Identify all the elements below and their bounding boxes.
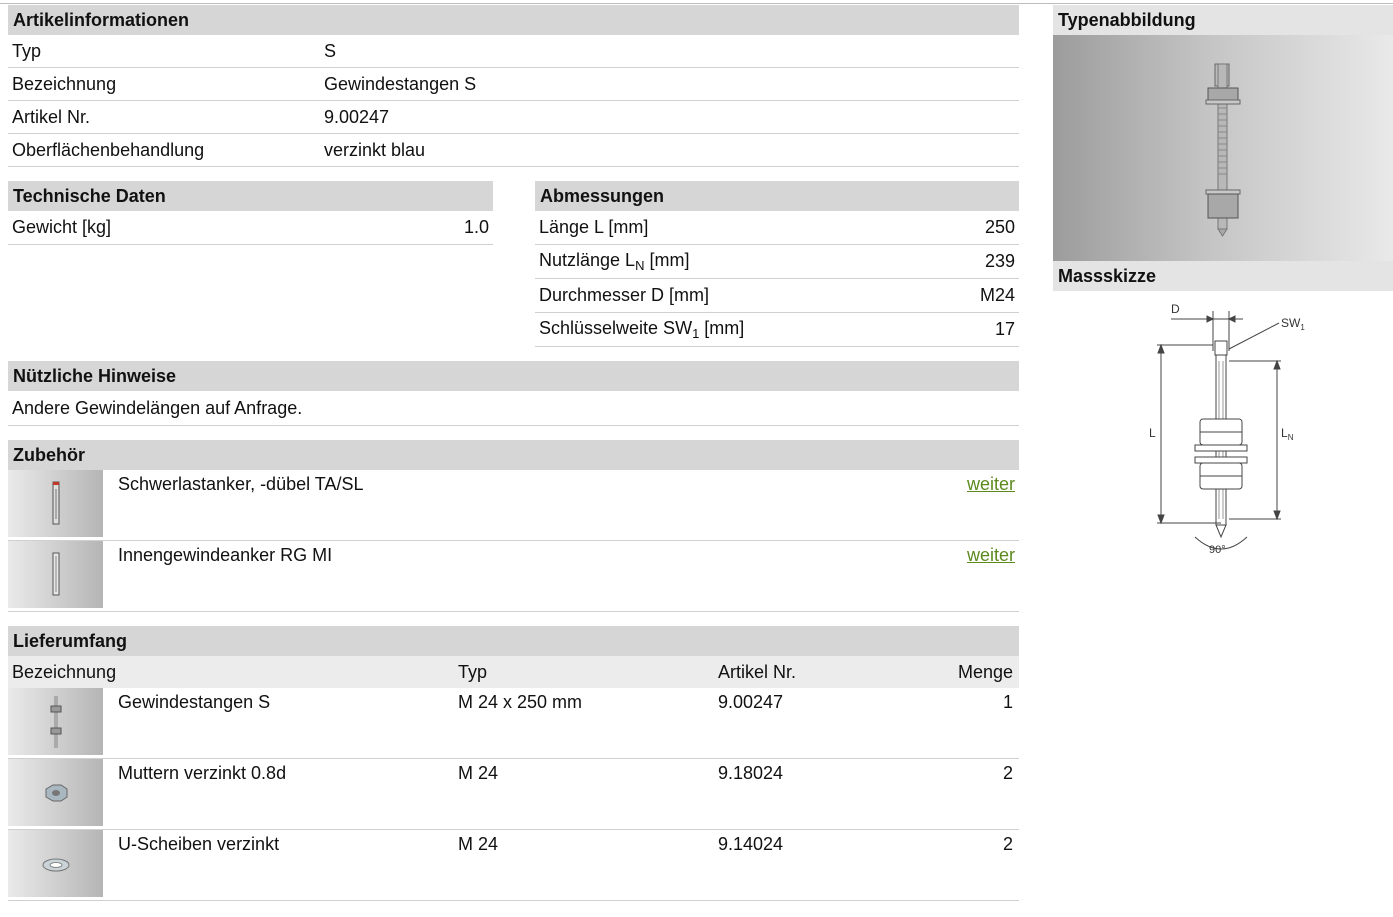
column-qty: Menge [957, 661, 1013, 682]
washer-thumbnail [8, 830, 103, 897]
column-article: Artikel Nr. [718, 661, 797, 682]
accessories-header: Zubehör [8, 440, 1019, 470]
table-row: U-Scheiben verzinkt M 24 9.14024 2 [8, 830, 1019, 901]
row-label: Typ [12, 40, 42, 61]
dimensions-row: Durchmesser D [mm] M24 [535, 279, 1019, 313]
sidebar: Typenabbildung Massskizze D SW1 L LN 90° [1053, 5, 1393, 561]
article-info-row: Oberflächenbehandlung verzinkt blau [8, 134, 1019, 167]
svg-text:90°: 90° [1209, 544, 1226, 556]
article-info-header: Artikelinformationen [8, 5, 1019, 35]
accessory-item: Innengewindeanker RG MI weiter [8, 541, 1019, 612]
row-label: Schlüsselweite SW1 [mm] [539, 318, 745, 341]
accessory-more-link[interactable]: weiter [967, 474, 1015, 495]
row-label: Gewicht [kg] [12, 217, 112, 237]
item-type: M 24 x 250 mm [458, 692, 583, 712]
row-value: 9.00247 [324, 106, 390, 127]
dimensions-table: Abmessungen Länge L [mm] 250 Nutzlänge L… [535, 181, 1019, 347]
hints-header: Nützliche Hinweise [8, 361, 1019, 391]
delivery-section: Lieferumfang Bezeichnung Typ Artikel Nr.… [8, 626, 1019, 901]
svg-text:LN: LN [1281, 426, 1294, 442]
accessory-item: Schwerlastanker, -dübel TA/SL weiter [8, 470, 1019, 541]
delivery-header: Lieferumfang [8, 626, 1019, 656]
dimensions-row: Schlüsselweite SW1 [mm] 17 [535, 313, 1019, 347]
row-value: 239 [984, 251, 1015, 271]
row-label: Artikel Nr. [12, 106, 91, 127]
type-image-header: Typenabbildung [1053, 5, 1393, 35]
column-type: Typ [458, 661, 488, 682]
dimension-sketch: D SW1 L LN 90° [1053, 291, 1393, 561]
row-value: 1.0 [463, 217, 489, 237]
item-qty: 1 [1002, 692, 1013, 712]
row-value: M24 [979, 285, 1015, 305]
row-value: 250 [984, 217, 1015, 237]
row-value: 17 [994, 319, 1015, 339]
dimensions-header: Abmessungen [535, 181, 1019, 211]
article-info-row: Typ S [8, 35, 1019, 68]
rod-thumbnail [8, 688, 103, 755]
hints-section: Nützliche Hinweise Andere Gewindelängen … [8, 361, 1019, 426]
row-value: verzinkt blau [324, 139, 426, 160]
accessory-more-link[interactable]: weiter [967, 545, 1015, 566]
dimensions-row: Länge L [mm] 250 [535, 211, 1019, 245]
svg-text:D: D [1171, 302, 1180, 316]
row-label: Durchmesser D [mm] [539, 285, 710, 305]
dimension-sketch-header: Massskizze [1053, 261, 1393, 291]
specs-section: Technische Daten Gewicht [kg] 1.0 Abmess… [8, 181, 1019, 347]
accessory-name: Schwerlastanker, -dübel TA/SL [118, 474, 364, 494]
table-row: Gewindestangen S M 24 x 250 mm 9.00247 1 [8, 688, 1019, 759]
anchor-thumbnail [8, 541, 103, 608]
anchor-thumbnail [8, 470, 103, 537]
item-qty: 2 [1002, 763, 1013, 783]
row-label: Nutzlänge LN [mm] [539, 250, 690, 273]
row-label: Oberflächenbehandlung [12, 139, 205, 160]
hints-text: Andere Gewindelängen auf Anfrage. [8, 391, 1019, 426]
item-type: M 24 [458, 834, 499, 854]
article-info-section: Artikelinformationen Typ S Bezeichnung G… [8, 5, 1019, 167]
row-label: Bezeichnung [12, 73, 117, 94]
tech-data-row: Gewicht [kg] 1.0 [8, 211, 493, 245]
accessories-section: Zubehör Schwerlastanker, -dübel TA/SL we… [8, 440, 1019, 612]
item-name: Muttern verzinkt 0.8d [118, 763, 287, 783]
tech-data-header: Technische Daten [8, 181, 493, 211]
svg-text:L: L [1149, 426, 1156, 440]
item-type: M 24 [458, 763, 499, 783]
row-value: S [324, 40, 337, 61]
item-name: Gewindestangen S [118, 692, 271, 712]
svg-text:SW1: SW1 [1281, 316, 1305, 332]
item-article: 9.00247 [718, 692, 784, 712]
row-label: Länge L [mm] [539, 217, 649, 237]
item-qty: 2 [1002, 834, 1013, 854]
main-content: Artikelinformationen Typ S Bezeichnung G… [8, 5, 1019, 901]
accessory-name: Innengewindeanker RG MI [118, 545, 333, 565]
nut-thumbnail [8, 759, 103, 826]
table-row: Muttern verzinkt 0.8d M 24 9.18024 2 [8, 759, 1019, 830]
item-name: U-Scheiben verzinkt [118, 834, 280, 854]
article-info-row: Artikel Nr. 9.00247 [8, 101, 1019, 134]
row-value: Gewindestangen S [324, 73, 477, 94]
delivery-column-header: Bezeichnung Typ Artikel Nr. Menge [8, 656, 1019, 688]
article-info-row: Bezeichnung Gewindestangen S [8, 68, 1019, 101]
item-article: 9.18024 [718, 763, 784, 783]
product-photo [1053, 35, 1393, 261]
top-divider [0, 3, 1393, 4]
tech-data-table: Technische Daten Gewicht [kg] 1.0 [8, 181, 493, 347]
item-article: 9.14024 [718, 834, 784, 854]
column-name: Bezeichnung [12, 661, 117, 682]
dimensions-row: Nutzlänge LN [mm] 239 [535, 245, 1019, 279]
